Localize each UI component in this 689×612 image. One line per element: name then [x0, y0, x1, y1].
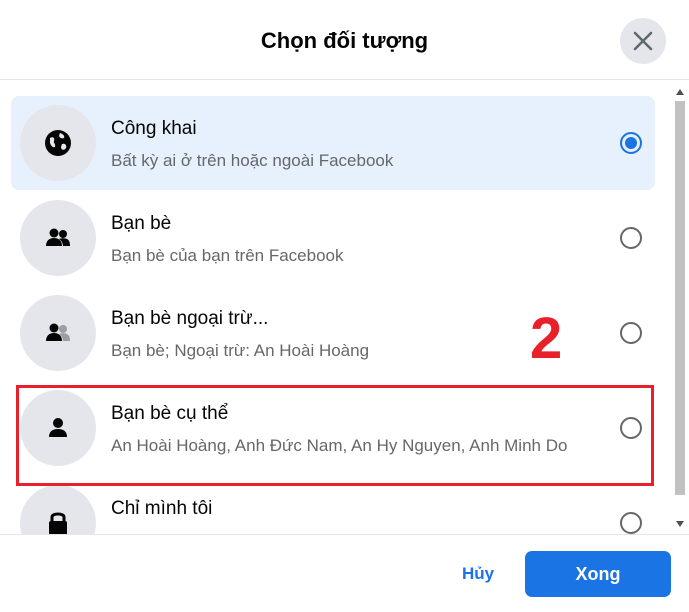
friends-icon [46, 228, 70, 246]
annotation-number: 2 [530, 306, 563, 371]
done-button[interactable]: Xong [525, 551, 671, 597]
dialog-header: Chọn đối tượng [0, 0, 689, 80]
option-name: Chỉ mình tôi [111, 498, 213, 519]
close-button[interactable] [620, 18, 666, 64]
option-description: Bất kỳ ai ở trên hoặc ngoài Facebook [111, 151, 394, 170]
radio-only-me[interactable] [620, 512, 642, 534]
radio-friends-except[interactable] [620, 322, 642, 344]
option-name: Bạn bè [111, 213, 172, 234]
option-icon-wrap [20, 485, 96, 534]
option-public[interactable]: Công khai Bất kỳ ai ở trên hoặc ngoài Fa… [11, 96, 655, 190]
lock-icon [49, 512, 67, 534]
option-name: Bạn bè ngoại trừ... [111, 308, 269, 329]
cancel-button[interactable]: Hủy [446, 564, 510, 584]
scroll-down-icon[interactable] [676, 521, 684, 527]
scroll-up-icon[interactable] [676, 89, 684, 95]
annotation-highlight-box [16, 385, 654, 486]
radio-public[interactable] [620, 132, 642, 154]
globe-icon [45, 130, 71, 156]
scroll-thumb[interactable] [675, 101, 685, 495]
option-name: Công khai [111, 118, 197, 139]
option-icon-wrap [20, 105, 96, 181]
friends-except-icon [46, 323, 70, 341]
option-icon-wrap [20, 295, 96, 371]
option-friends[interactable]: Bạn bè Bạn bè của bạn trên Facebook [11, 191, 655, 285]
close-icon [633, 31, 653, 51]
option-description: Bạn bè; Ngoại trừ: An Hoài Hoàng [111, 341, 370, 360]
option-icon-wrap [20, 200, 96, 276]
dialog-footer: Hủy Xong [0, 534, 689, 612]
radio-friends[interactable] [620, 227, 642, 249]
dialog-title: Chọn đối tượng [260, 28, 429, 53]
audience-dialog: Chọn đối tượng Công khai Bất kỳ ai ở trê… [0, 0, 689, 612]
option-description: Bạn bè của bạn trên Facebook [111, 246, 344, 265]
scrollbar[interactable] [672, 81, 689, 534]
